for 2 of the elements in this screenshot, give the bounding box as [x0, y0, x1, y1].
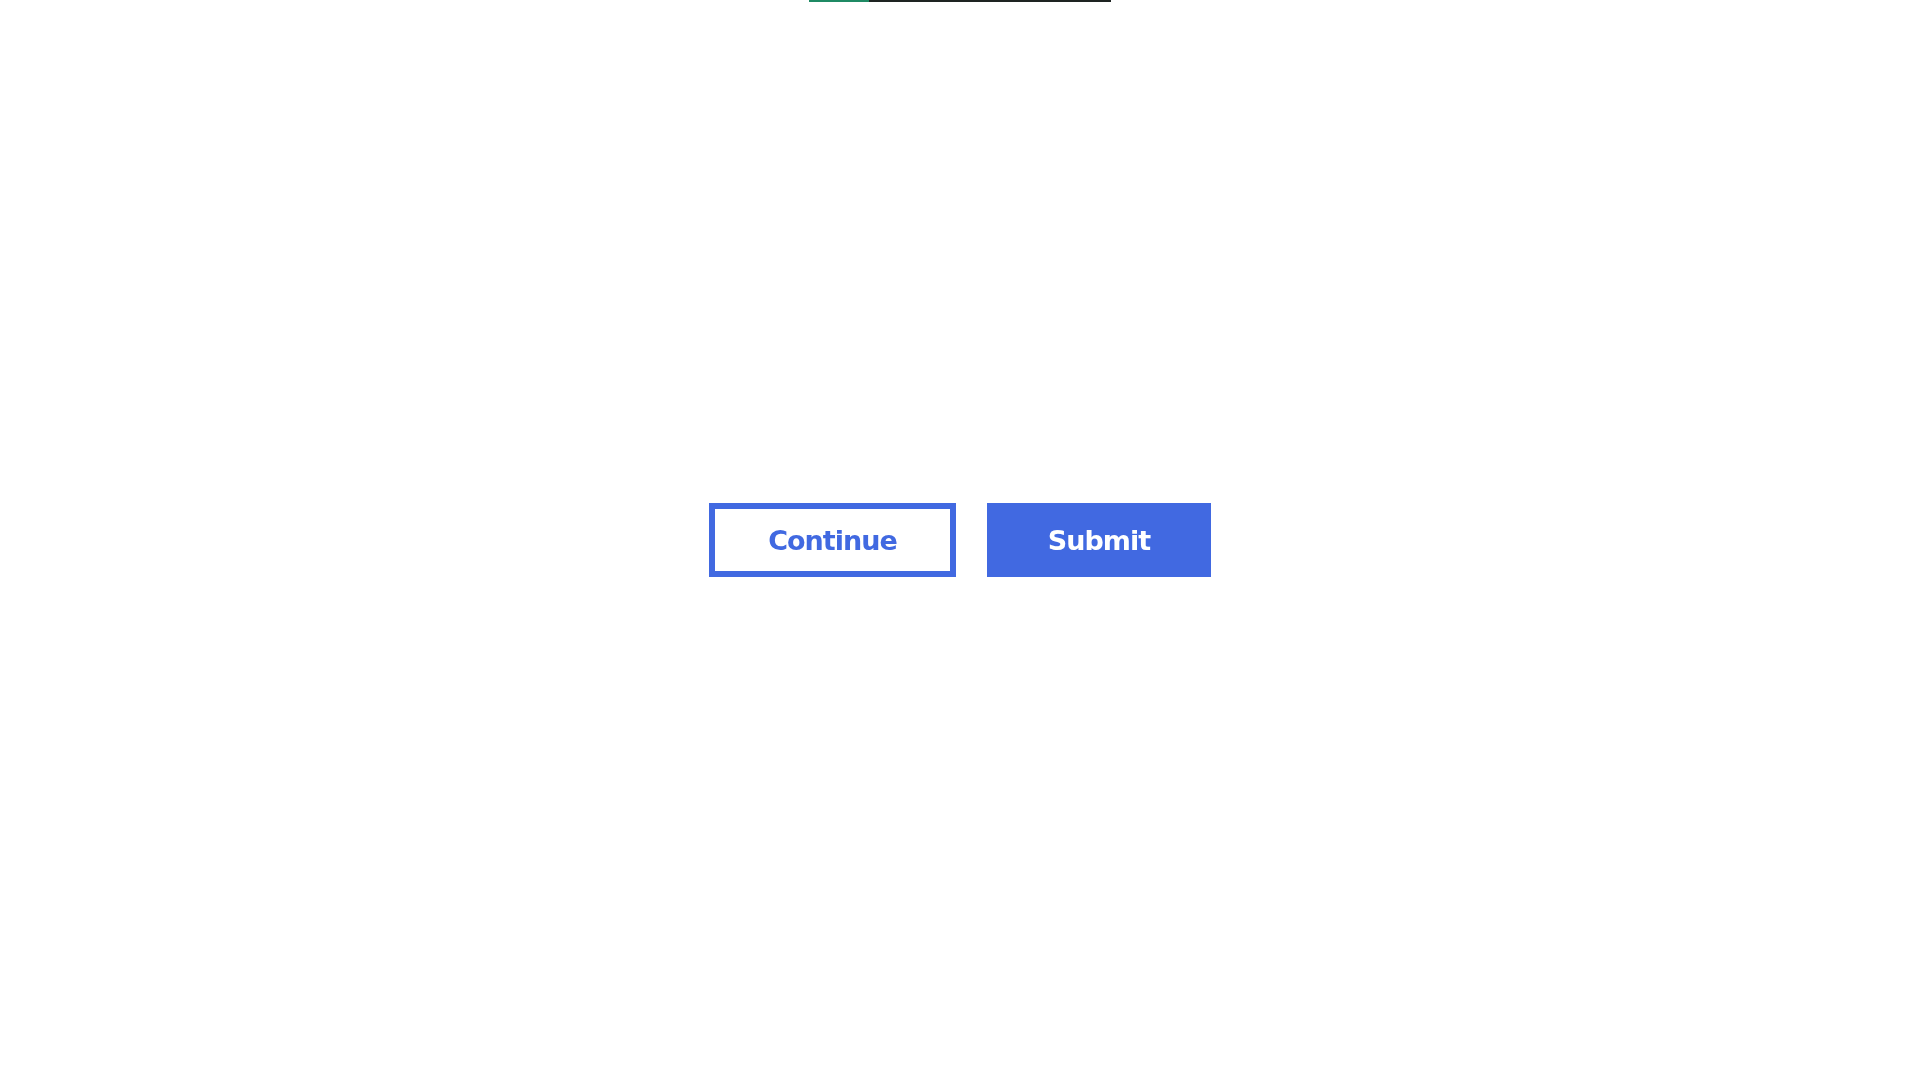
submit-button[interactable]: Submit — [987, 503, 1211, 577]
continue-button[interactable]: Continue — [709, 503, 956, 577]
